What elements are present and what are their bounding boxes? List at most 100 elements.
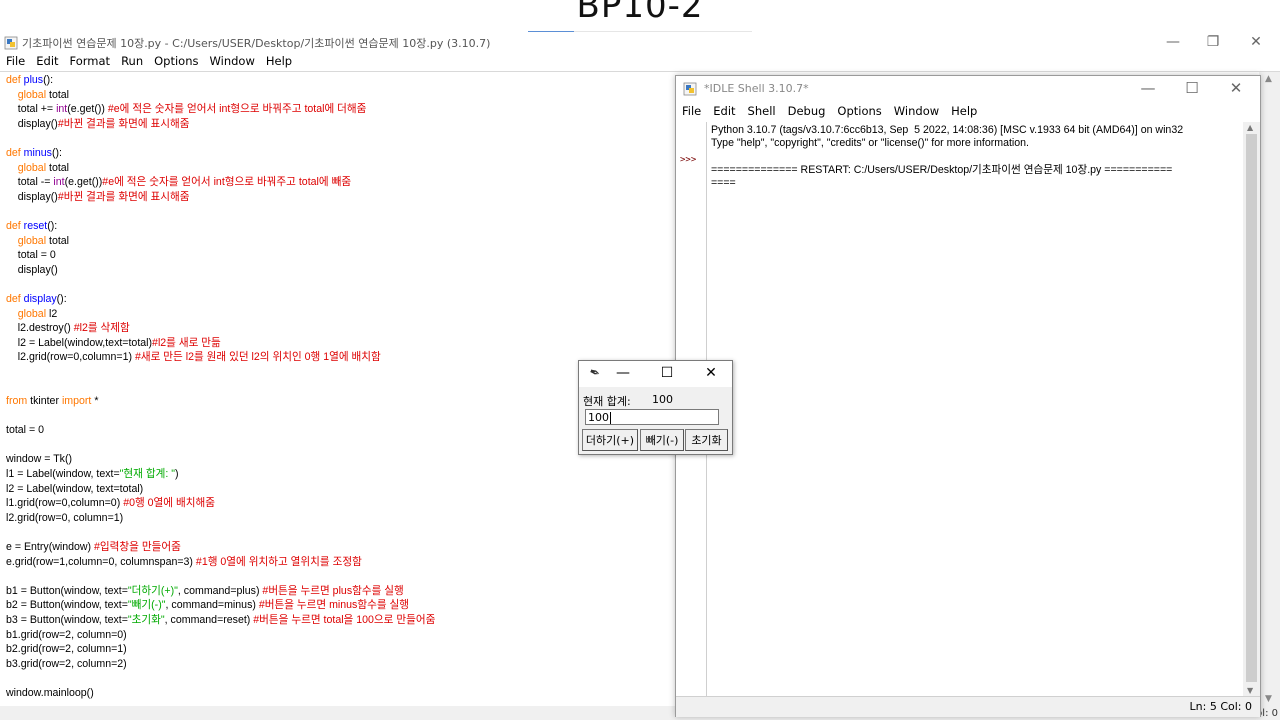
shell-close-button[interactable]: ✕ xyxy=(1216,78,1256,100)
code-line: l2 = Label(window,text=total)#l2를 새로 만듦 xyxy=(6,336,435,351)
editor-scrollbar[interactable]: ▲ ▼ xyxy=(1259,72,1280,706)
editor-menu-file[interactable]: File xyxy=(0,54,30,68)
code-token: (): xyxy=(56,292,67,305)
code-token: #l2를 삭제함 xyxy=(73,322,130,335)
code-token: l2.destroy() xyxy=(6,322,74,335)
code-line: total += int(e.get()) #e에 적은 숫자를 얻어서 int… xyxy=(6,102,435,117)
shell-menu-window[interactable]: Window xyxy=(888,104,945,118)
code-token: (): xyxy=(47,219,58,232)
shell-scroll-thumb[interactable] xyxy=(1246,134,1257,682)
scroll-down-arrow-icon[interactable]: ▼ xyxy=(1247,686,1253,695)
idle-shell-window: *IDLE Shell 3.10.7* — ☐ ✕ File Edit Shell D… xyxy=(675,75,1261,717)
code-token: #버튼을 누르면 minus함수를 실행 xyxy=(258,599,410,612)
editor-menu-run[interactable]: Run xyxy=(115,54,148,68)
code-token: ) xyxy=(175,468,179,481)
shell-minimize-button[interactable]: — xyxy=(1128,78,1168,100)
code-token: #새로 만든 l2를 원래 있던 l2의 위치인 0행 1열에 배치함 xyxy=(134,351,381,364)
code-editor[interactable]: def plus(): global total total += int(e.… xyxy=(6,73,435,701)
code-token: l2 xyxy=(46,307,58,320)
code-token: reset xyxy=(23,219,48,232)
code-token: tkinter xyxy=(27,395,62,408)
shell-menubar: File Edit Shell Debug Options Window Help xyxy=(676,104,983,120)
editor-titlebar[interactable]: 기초파이썬 연습문제 10장.py - C:/Users/USER/Deskto… xyxy=(0,32,1280,54)
scroll-down-arrow-icon[interactable]: ▼ xyxy=(1265,694,1272,704)
code-line: b1.grid(row=2, column=0) xyxy=(6,628,435,643)
code-token: #0행 0열에 배치해줌 xyxy=(123,497,215,510)
shell-menu-help[interactable]: Help xyxy=(945,104,983,118)
code-token: plus xyxy=(23,74,44,86)
shell-maximize-button[interactable]: ☐ xyxy=(1172,78,1212,100)
python-idle-icon xyxy=(4,36,18,50)
scroll-up-arrow-icon[interactable]: ▲ xyxy=(1265,74,1272,84)
code-token: e = Entry(window) xyxy=(6,541,95,553)
subtract-button[interactable]: 빼기(-) xyxy=(640,429,684,451)
code-token: (e.get()) xyxy=(64,176,103,189)
shell-menu-shell[interactable]: Shell xyxy=(742,104,782,118)
editor-close-button[interactable]: ✕ xyxy=(1236,32,1276,54)
code-line: window = Tk() xyxy=(6,452,435,467)
shell-menu-file[interactable]: File xyxy=(676,104,707,118)
code-token: def xyxy=(6,219,24,232)
code-token: #l2를 새로 만듦 xyxy=(152,336,221,349)
editor-menubar: File Edit Format Run Options Window Help xyxy=(0,54,297,71)
shell-cursor-position: Ln: 5 Col: 0 xyxy=(1189,700,1252,713)
scroll-up-arrow-icon[interactable]: ▲ xyxy=(1247,123,1253,132)
shell-scrollbar[interactable]: ▲ ▼ xyxy=(1243,122,1260,696)
code-line: b3.grid(row=2, column=2) xyxy=(6,657,435,672)
code-token: total = 0 xyxy=(6,424,44,437)
code-token: #입력창을 만들어줌 xyxy=(94,541,181,553)
shell-menu-options[interactable]: Options xyxy=(831,104,887,118)
editor-minimize-button[interactable]: — xyxy=(1153,32,1193,54)
add-button[interactable]: 더하기(+) xyxy=(582,429,638,451)
code-line: l2 = Label(window, text=total) xyxy=(6,482,435,497)
shell-output[interactable]: Python 3.10.7 (tags/v3.10.7:6cc6b13, Sep… xyxy=(711,124,1183,190)
code-token: (): xyxy=(43,74,54,86)
code-line: l1 = Label(window, text="현재 합계: ") xyxy=(6,467,435,482)
total-label: 현재 합계: xyxy=(583,395,631,408)
shell-statusbar: Ln: 5 Col: 0 xyxy=(676,696,1260,717)
code-line: global total xyxy=(6,234,435,249)
shell-menu-edit[interactable]: Edit xyxy=(707,104,741,118)
shell-menu-debug[interactable]: Debug xyxy=(782,104,832,118)
editor-menu-edit[interactable]: Edit xyxy=(30,54,63,68)
total-value: 100 xyxy=(652,393,673,406)
tk-titlebar[interactable]: ✒ — ☐ ✕ xyxy=(579,361,732,387)
code-token: b2.grid(row=2, column=1) xyxy=(6,643,127,656)
editor-restore-button[interactable]: ❐ xyxy=(1193,32,1233,54)
number-entry[interactable]: 100 xyxy=(585,409,719,425)
shell-titlebar[interactable]: *IDLE Shell 3.10.7* — ☐ ✕ xyxy=(676,76,1260,102)
code-token: "초기화" xyxy=(127,613,165,626)
code-token: total xyxy=(46,88,70,101)
tk-close-button[interactable]: ✕ xyxy=(689,363,733,385)
code-token: "더하기(+)" xyxy=(127,584,178,597)
editor-menu-help[interactable]: Help xyxy=(260,54,297,68)
tk-maximize-button[interactable]: ☐ xyxy=(645,363,689,385)
code-token: b1.grid(row=2, column=0) xyxy=(6,628,127,641)
editor-menu-window[interactable]: Window xyxy=(204,54,260,68)
code-line: display() xyxy=(6,263,435,278)
code-token: l2 = Label(window, text=total) xyxy=(6,482,144,495)
editor-menu-options[interactable]: Options xyxy=(148,54,203,68)
reset-button[interactable]: 초기화 xyxy=(685,429,728,451)
code-line: display()#바뀐 결과를 화면에 표시해줌 xyxy=(6,190,435,205)
code-token: window.mainloop() xyxy=(6,686,94,699)
code-token: "빼기(-)" xyxy=(127,599,166,612)
editor-menu-format[interactable]: Format xyxy=(64,54,116,68)
code-token: global xyxy=(17,307,47,320)
code-token: b2 = Button(window, text= xyxy=(6,599,128,612)
code-line: def plus(): xyxy=(6,73,435,88)
code-token: b3 = Button(window, text= xyxy=(6,613,128,626)
python-idle-icon xyxy=(683,82,697,96)
code-token: minus xyxy=(23,146,52,159)
code-token: #바뀐 결과를 화면에 표시해줌 xyxy=(57,190,190,203)
code-token: #e에 적은 숫자를 얻어서 int형으로 바꿔주고 total에 빼줌 xyxy=(102,176,352,189)
tk-minimize-button[interactable]: — xyxy=(601,363,645,385)
code-line: global l2 xyxy=(6,307,435,322)
